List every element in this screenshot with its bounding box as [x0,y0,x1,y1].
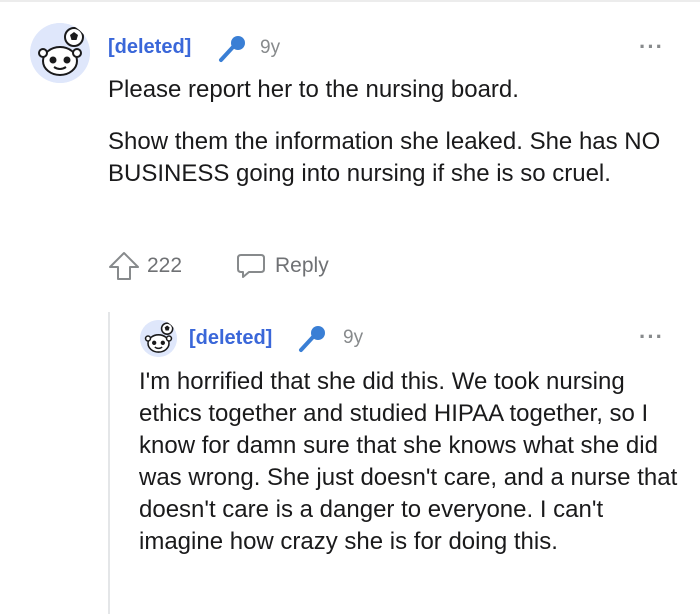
more-options-icon[interactable]: ··· [639,324,664,350]
upvote-button[interactable]: 222 [107,250,182,282]
top-divider [0,0,700,2]
reply-button[interactable]: Reply [235,250,329,282]
comment-paragraph: Show them the information she leaked. Sh… [108,128,661,187]
upvote-icon [107,250,141,282]
reply-icon [235,250,267,282]
snoo-avatar-icon[interactable] [30,23,90,83]
more-options-icon[interactable]: ··· [639,34,664,60]
comment-paragraph: Please report her to the nursing board. [108,76,519,103]
comment-time: 9y [260,37,281,58]
reply-author[interactable]: [deleted] [189,327,272,350]
microphone-icon [217,34,247,64]
comment-body: Please report her to the nursing board. … [108,74,678,190]
thread-line[interactable] [108,312,110,614]
microphone-icon [297,324,327,354]
comment-author[interactable]: [deleted] [108,36,191,59]
reply-time: 9y [343,327,364,348]
reply-paragraph: I'm horrified that she did this. We took… [139,368,678,555]
vote-score: 222 [147,254,183,277]
reply-body: I'm horrified that she did this. We took… [139,366,684,558]
snoo-avatar-icon[interactable] [140,320,177,357]
reply-label: Reply [275,254,329,277]
